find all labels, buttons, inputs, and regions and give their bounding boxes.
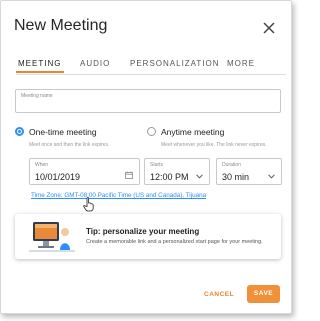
duration-label: Duration (222, 162, 241, 168)
tab-audio[interactable]: AUDIO (80, 59, 110, 68)
close-icon[interactable] (260, 19, 278, 37)
chevron-down-icon (268, 174, 275, 179)
tip-description: Create a memorable link and a personaliz… (86, 239, 263, 245)
personalize-illustration-icon (29, 222, 75, 252)
anytime-meeting-description: Meet whenever you like. The link never e… (161, 142, 267, 148)
tab-more[interactable]: MORE (227, 59, 255, 68)
one-time-meeting-description: Meet once and then the link expires. (29, 142, 110, 148)
when-date-field[interactable]: When 10/01/2019 (29, 158, 140, 185)
anytime-meeting-radio[interactable] (147, 127, 156, 136)
anytime-meeting-title: Anytime meeting (161, 127, 225, 137)
cancel-button[interactable]: CANCEL (204, 291, 234, 298)
starts-value: 12:00 PM (150, 172, 189, 182)
save-button[interactable]: SAVE (247, 285, 280, 303)
starts-time-select[interactable]: Starts 12:00 PM (144, 158, 210, 185)
when-label: When (35, 162, 49, 168)
tip-card: Tip: personalize your meeting Create a m… (15, 214, 281, 259)
new-meeting-dialog: New Meeting MEETING AUDIO PERSONALIZATIO… (0, 0, 292, 314)
tab-bar: MEETING AUDIO PERSONALIZATION MORE (15, 57, 286, 77)
starts-label: Starts (150, 162, 164, 168)
tab-divider (16, 74, 286, 75)
tab-personalization[interactable]: PERSONALIZATION (130, 59, 220, 68)
one-time-meeting-radio[interactable] (15, 127, 24, 136)
dialog-title: New Meeting (14, 17, 108, 34)
calendar-icon[interactable] (125, 171, 133, 179)
meeting-name-placeholder: Meeting name (21, 93, 53, 99)
chevron-down-icon (196, 174, 203, 179)
tip-title: Tip: personalize your meeting (86, 227, 200, 236)
when-value: 10/01/2019 (35, 172, 81, 182)
one-time-meeting-title: One-time meeting (29, 127, 97, 137)
hand-cursor-icon (83, 197, 94, 212)
duration-value: 30 min (222, 172, 250, 182)
duration-select[interactable]: Duration 30 min (216, 158, 282, 185)
meeting-name-field[interactable]: Meeting name (15, 89, 281, 113)
timezone-link[interactable]: Time Zone: GMT-08:00 Pacific Time (US an… (31, 192, 206, 199)
tab-meeting[interactable]: MEETING (15, 59, 65, 73)
